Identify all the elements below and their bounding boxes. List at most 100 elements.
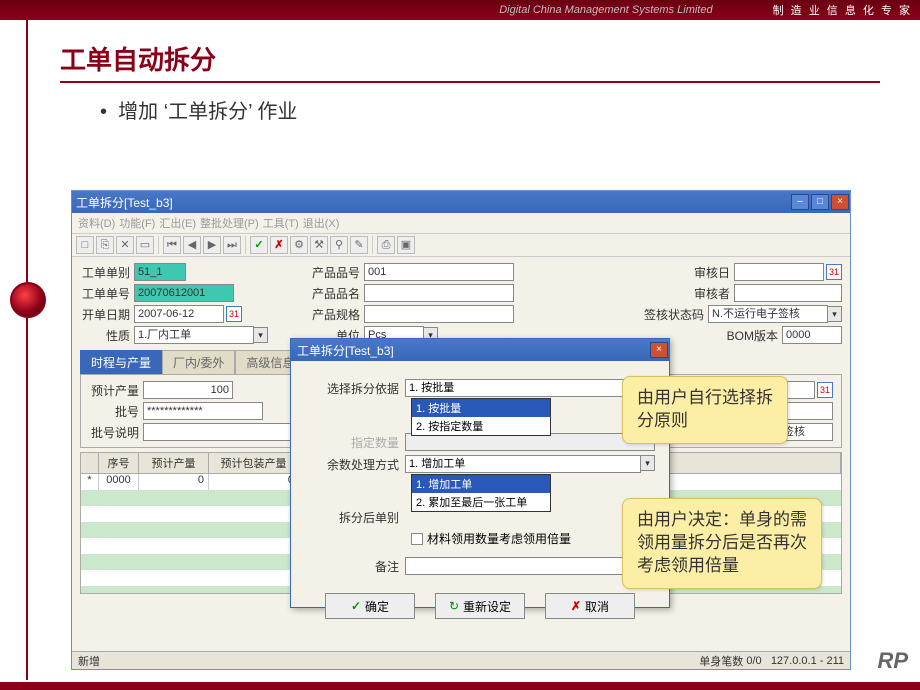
tb-wand-icon[interactable]: ✎ [350, 236, 368, 254]
bottom-bar [0, 682, 920, 690]
toolbar: □ ⎘ ✕ ▭ ⏮ ◀ ▶ ⏭ ✓ ✗ ⚙ ⚒ ⚲ ✎ ⎙ ▣ [72, 233, 850, 257]
tb-new-icon[interactable]: □ [76, 236, 94, 254]
tb-cancel-icon[interactable]: ✗ [270, 236, 288, 254]
menu-batch[interactable]: 整批处理(P) [200, 215, 259, 231]
menu-data[interactable]: 资料(D) [78, 215, 115, 231]
lbl-audit-date: 审核日 [694, 264, 734, 281]
inp-auditor[interactable] [734, 284, 842, 302]
inp-open-date[interactable]: 2007-06-12 [134, 305, 224, 323]
inp-nature[interactable]: 1.厂内工单 [134, 326, 254, 344]
inp-split-basis[interactable]: 1. 按批量 [405, 379, 641, 397]
inp-remainder[interactable]: 1. 增加工单 [405, 455, 641, 473]
calendar-icon[interactable] [817, 382, 833, 398]
ok-button[interactable]: ✓确定 [325, 593, 415, 619]
menu-func[interactable]: 功能(F) [119, 215, 155, 231]
tb-folder-icon[interactable]: ▣ [397, 236, 415, 254]
reset-button[interactable]: ↻重新设定 [435, 593, 525, 619]
dialog-close-button[interactable]: × [650, 342, 668, 358]
callout-split-rule: 由用户自行选择拆分原则 [622, 376, 788, 444]
tb-tool3-icon[interactable]: ⚲ [330, 236, 348, 254]
tb-doc-icon[interactable]: ▭ [136, 236, 154, 254]
tb-first-icon[interactable]: ⏮ [163, 236, 181, 254]
tab-internal-outsource[interactable]: 厂内/委外 [162, 350, 235, 374]
callout-material-multiple: 由用户决定：单身的需领用量拆分后是否再次考虑领用倍量 [622, 498, 822, 589]
chk-material-multiple[interactable] [411, 533, 423, 545]
inp-batch-desc[interactable] [143, 423, 303, 441]
calendar-icon[interactable] [226, 306, 242, 322]
cancel-button[interactable]: ✗取消 [545, 593, 635, 619]
inp-prod-name[interactable] [364, 284, 514, 302]
lbl-after-type: 拆分后单别 [305, 509, 405, 526]
lbl-nature: 性质 [80, 327, 134, 344]
dialog-titlebar[interactable]: 工单拆分[Test_b3] × [291, 339, 669, 361]
calendar-icon[interactable] [826, 264, 842, 280]
remainder-dropdown[interactable]: 1. 增加工单 2. 累加至最后一张工单 [411, 474, 551, 512]
chevron-down-icon[interactable] [254, 327, 268, 343]
slogan: 制 造 业 信 息 化 专 家 [773, 2, 912, 18]
lbl-wo-no: 工单单号 [80, 285, 134, 302]
tb-next-icon[interactable]: ▶ [203, 236, 221, 254]
lbl-prod-no: 产品品号 [310, 264, 364, 281]
tb-confirm-icon[interactable]: ✓ [250, 236, 268, 254]
lbl-prod-name: 产品品名 [310, 285, 364, 302]
inp-batch[interactable]: ************* [143, 402, 263, 420]
lbl-sign-code: 签核状态码 [644, 306, 708, 323]
dialog-title: 工单拆分[Test_b3] [297, 342, 394, 359]
opt-by-batch[interactable]: 1. 按批量 [412, 399, 550, 417]
topbar: Digital China Management Systems Limited… [0, 0, 920, 20]
inp-wo-type[interactable]: 51_1 [134, 263, 186, 281]
chevron-down-icon[interactable] [828, 306, 842, 322]
opt-by-qty[interactable]: 2. 按指定数量 [412, 417, 550, 435]
tb-tool1-icon[interactable]: ⚙ [290, 236, 308, 254]
statusbar: 新增 单身笔数 0/0 127.0.0.1 - 211 [72, 651, 850, 669]
page-bullet: • 增加 ‘工单拆分’ 作业 [100, 95, 880, 124]
lbl-remark: 备注 [305, 558, 405, 575]
inp-sign-code[interactable]: N.不运行电子签核 [708, 305, 828, 323]
menu-export[interactable]: 汇出(E) [159, 215, 196, 231]
gh-pack-qty[interactable]: 预计包装产量 [209, 453, 299, 473]
lbl-batch: 批号 [89, 403, 143, 420]
tb-del-icon[interactable]: ✕ [116, 236, 134, 254]
tb-tool2-icon[interactable]: ⚒ [310, 236, 328, 254]
window-title: 工单拆分[Test_b3] [76, 194, 173, 211]
inp-wo-no[interactable]: 20070612001 [134, 284, 234, 302]
lbl-wo-type: 工单单别 [80, 264, 134, 281]
menubar: 资料(D) 功能(F) 汇出(E) 整批处理(P) 工具(T) 退出(X) [72, 213, 850, 233]
lbl-split-basis: 选择拆分依据 [305, 380, 405, 397]
tb-print-icon[interactable]: ⎙ [377, 236, 395, 254]
window-titlebar[interactable]: 工单拆分[Test_b3] – □ × [72, 191, 850, 213]
menu-tools[interactable]: 工具(T) [263, 215, 299, 231]
lbl-spec-qty: 指定数量 [305, 434, 405, 451]
inp-prod-no[interactable]: 001 [364, 263, 514, 281]
status-host: 127.0.0.1 - 211 [771, 655, 844, 667]
inp-prod-spec[interactable] [364, 305, 514, 323]
opt-accum-last[interactable]: 2. 累加至最后一张工单 [412, 493, 550, 511]
menu-exit[interactable]: 退出(X) [303, 215, 340, 231]
lbl-bom-ver: BOM版本 [727, 327, 782, 344]
status-count-val: 0/0 [746, 655, 761, 667]
inp-remark[interactable] [405, 557, 655, 575]
lbl-est-qty: 预计产量 [89, 382, 143, 399]
inp-audit-date[interactable] [734, 263, 824, 281]
lbl-batch-desc: 批号说明 [89, 424, 143, 441]
rp-logo: RP [877, 648, 908, 674]
chevron-down-icon[interactable] [641, 455, 655, 471]
gh-est-qty[interactable]: 预计产量 [139, 453, 209, 473]
lbl-remainder: 余数处理方式 [305, 456, 405, 473]
inp-est-qty[interactable]: 100 [143, 381, 233, 399]
minimize-button[interactable]: – [791, 194, 809, 210]
opt-add-wo[interactable]: 1. 增加工单 [412, 475, 550, 493]
tb-copy-icon[interactable]: ⎘ [96, 236, 114, 254]
close-button[interactable]: × [831, 194, 849, 210]
status-mode: 新增 [78, 653, 100, 669]
disc-icon [10, 282, 46, 318]
split-basis-dropdown[interactable]: 1. 按批量 2. 按指定数量 [411, 398, 551, 436]
tb-last-icon[interactable]: ⏭ [223, 236, 241, 254]
tab-schedule-output[interactable]: 时程与产量 [80, 350, 162, 374]
split-dialog: 工单拆分[Test_b3] × 选择拆分依据 1. 按批量 1. 按批量 2. … [290, 338, 670, 608]
maximize-button[interactable]: □ [811, 194, 829, 210]
inp-bom-ver[interactable]: 0000 [782, 326, 842, 344]
lbl-material-multiple: 材料领用数量考虑领用倍量 [427, 530, 571, 547]
gh-seq[interactable]: 序号 [99, 453, 139, 473]
tb-prev-icon[interactable]: ◀ [183, 236, 201, 254]
